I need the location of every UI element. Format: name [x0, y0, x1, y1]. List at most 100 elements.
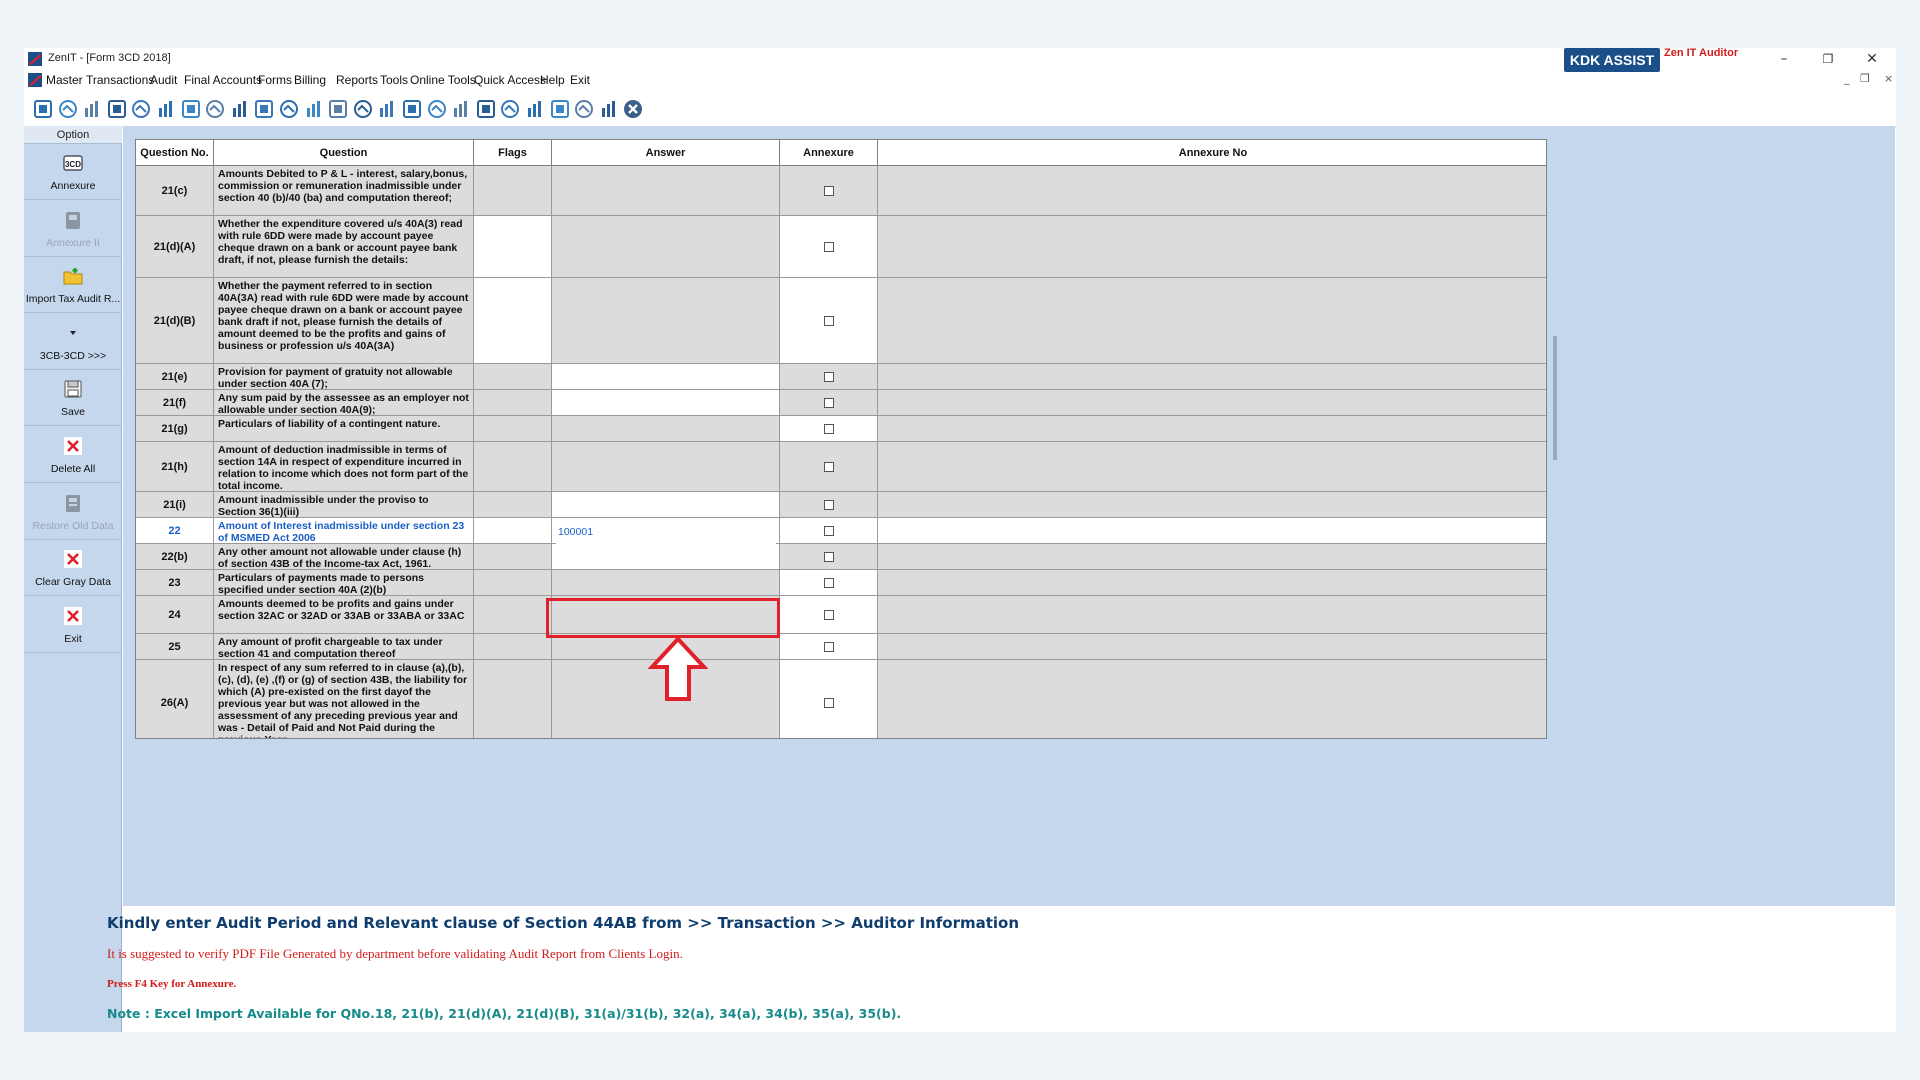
- table-row[interactable]: 24 Amounts deemed to be profits and gains…: [136, 596, 1546, 634]
- flags-cell[interactable]: [474, 442, 552, 491]
- annexure-checkbox[interactable]: [823, 423, 834, 434]
- mdi-close-button[interactable]: ×: [1884, 72, 1893, 85]
- answer-cell[interactable]: [552, 518, 780, 545]
- chart-icon[interactable]: [106, 98, 128, 120]
- answer-cell[interactable]: [552, 544, 780, 569]
- header-flags[interactable]: Flags: [474, 140, 552, 166]
- filter-icon[interactable]: [204, 98, 226, 120]
- flags-cell[interactable]: [474, 416, 552, 441]
- close-button[interactable]: ✕: [1850, 48, 1894, 70]
- table-row[interactable]: 21(g) Particulars of liability of a conti…: [136, 416, 1546, 442]
- answer-cell[interactable]: [552, 390, 780, 415]
- home-icon[interactable]: [57, 98, 79, 120]
- users-icon[interactable]: [155, 98, 177, 120]
- tag-icon[interactable]: [180, 98, 202, 120]
- disc-icon[interactable]: [253, 98, 275, 120]
- table-row[interactable]: 21(f) Any sum paid by the assessee as an …: [136, 390, 1546, 416]
- menu-reports[interactable]: Reports: [336, 73, 378, 87]
- menu-final-accounts[interactable]: Final Accounts: [184, 73, 262, 87]
- mdi-restore-button[interactable]: ❐: [1860, 72, 1870, 85]
- annexure-no-cell[interactable]: [878, 166, 1546, 215]
- answer-cell[interactable]: [552, 278, 780, 363]
- tds-icon[interactable]: [524, 98, 546, 120]
- flags-cell[interactable]: [474, 660, 552, 738]
- header-question-no[interactable]: Question No.: [136, 140, 214, 166]
- annexure-no-cell[interactable]: [878, 518, 1546, 543]
- annexure-no-cell[interactable]: [878, 544, 1546, 569]
- annexure-no-cell[interactable]: [878, 660, 1546, 738]
- answer-input[interactable]: [556, 519, 776, 545]
- printer-icon[interactable]: [549, 98, 571, 120]
- report-icon[interactable]: [401, 98, 423, 120]
- clear-gray-data-button[interactable]: Clear Gray Data: [24, 540, 122, 597]
- annexure-checkbox[interactable]: [823, 315, 834, 326]
- menu-quick-access[interactable]: Quick Access: [474, 73, 546, 87]
- annexure-no-cell[interactable]: [878, 442, 1546, 491]
- building-icon[interactable]: [81, 98, 103, 120]
- annexure-no-cell[interactable]: [878, 492, 1546, 517]
- annexure-checkbox[interactable]: [823, 371, 834, 382]
- header-question[interactable]: Question: [214, 140, 474, 166]
- answer-cell[interactable]: [552, 166, 780, 215]
- annexure-checkbox[interactable]: [823, 697, 834, 708]
- flags-cell[interactable]: [474, 390, 552, 415]
- grid-vertical-scrollbar[interactable]: [1553, 336, 1557, 460]
- answer-cell[interactable]: [552, 216, 780, 277]
- info-icon[interactable]: [376, 98, 398, 120]
- flags-cell[interactable]: [474, 596, 552, 633]
- flags-cell[interactable]: [474, 634, 552, 659]
- table-row[interactable]: 26(A) In respect of any sum referred to i…: [136, 660, 1546, 738]
- table-row[interactable]: 21(d)(A) Whether the expenditure covered …: [136, 216, 1546, 278]
- annexure-button[interactable]: 3CD Annexure: [24, 144, 122, 200]
- calculator-icon[interactable]: [278, 98, 300, 120]
- form-icon[interactable]: [475, 98, 497, 120]
- table-row[interactable]: 21(e) Provision for payment of gratuity n…: [136, 364, 1546, 390]
- export-icon[interactable]: [598, 98, 620, 120]
- table-row[interactable]: 23 Particulars of payments made to person…: [136, 570, 1546, 596]
- annexure-no-cell[interactable]: [878, 596, 1546, 633]
- table-row[interactable]: 21(h) Amount of deduction inadmissible in…: [136, 442, 1546, 492]
- restore-button[interactable]: ❐: [1806, 48, 1850, 70]
- menu-billing[interactable]: Billing: [294, 73, 326, 87]
- delete-all-button[interactable]: Delete All: [24, 427, 122, 483]
- back-icon[interactable]: [32, 98, 54, 120]
- annexure-checkbox[interactable]: [823, 461, 834, 472]
- annexure-checkbox[interactable]: [823, 185, 834, 196]
- annexure-no-cell[interactable]: [878, 364, 1546, 389]
- flags-cell[interactable]: [474, 278, 552, 363]
- annexure-checkbox[interactable]: [823, 551, 834, 562]
- flags-cell[interactable]: [474, 216, 552, 277]
- menu-exit[interactable]: Exit: [570, 73, 590, 87]
- annexure-checkbox[interactable]: [823, 397, 834, 408]
- answer-cell[interactable]: [552, 442, 780, 491]
- table-row[interactable]: 21(c) Amounts Debited to P & L - interest…: [136, 166, 1546, 216]
- table-row[interactable]: 21(d)(B) Whether the payment referred to …: [136, 278, 1546, 364]
- annexure-checkbox[interactable]: [823, 577, 834, 588]
- flags-cell[interactable]: [474, 544, 552, 569]
- menu-master[interactable]: Master: [46, 73, 83, 87]
- annexure-no-cell[interactable]: [878, 216, 1546, 277]
- mdi-minimize-button[interactable]: _: [1844, 72, 1850, 85]
- minimize-button[interactable]: –: [1762, 48, 1806, 70]
- table-row[interactable]: 22(b) Any other amount not allowable unde…: [136, 544, 1546, 570]
- annexure-checkbox[interactable]: [823, 525, 834, 536]
- answer-cell[interactable]: [552, 570, 780, 595]
- annexure-no-cell[interactable]: [878, 390, 1546, 415]
- menu-online-tools[interactable]: Online Tools: [410, 73, 476, 87]
- annexure-checkbox[interactable]: [823, 641, 834, 652]
- pay-icon[interactable]: [327, 98, 349, 120]
- annexure-no-cell[interactable]: [878, 570, 1546, 595]
- annexure-no-cell[interactable]: [878, 634, 1546, 659]
- menu-tools[interactable]: Tools: [380, 73, 408, 87]
- pie-icon[interactable]: [303, 98, 325, 120]
- close-circle-icon[interactable]: [622, 98, 644, 120]
- menu-forms[interactable]: Forms: [258, 73, 292, 87]
- menu-audit[interactable]: Audit: [150, 73, 177, 87]
- import-tax-audit-r-button[interactable]: Import Tax Audit R...: [24, 257, 122, 314]
- header-annexure[interactable]: Annexure: [780, 140, 878, 166]
- flags-cell[interactable]: [474, 364, 552, 389]
- header-answer[interactable]: Answer: [552, 140, 780, 166]
- flags-cell[interactable]: [474, 570, 552, 595]
- copy-icon[interactable]: [499, 98, 521, 120]
- 3cd-icon[interactable]: [573, 98, 595, 120]
